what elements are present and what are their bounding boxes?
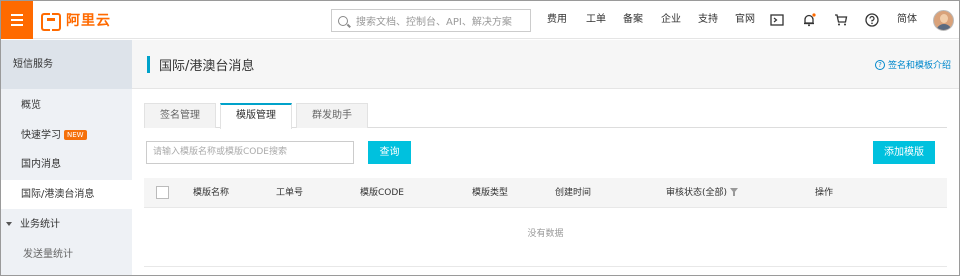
sidebar-item-label: 业务统计 bbox=[20, 219, 60, 230]
sidebar-item-label: 国际/港澳台消息 bbox=[21, 189, 95, 200]
tab-template-management[interactable]: 模版管理 bbox=[220, 103, 292, 129]
brand-logo[interactable]: 阿里云 bbox=[41, 11, 111, 31]
brand-name: 阿里云 bbox=[66, 13, 111, 29]
user-avatar[interactable] bbox=[933, 10, 954, 31]
sidebar-group-statistics[interactable]: 业务统计 bbox=[1, 210, 132, 239]
nav-support[interactable]: 支持 bbox=[698, 1, 718, 39]
table-header: 模版名称 工单号 模版CODE 模版类型 创建时间 审核状态(全部) 操作 bbox=[144, 178, 947, 208]
title-accent-bar bbox=[147, 56, 150, 73]
hamburger-menu-icon[interactable] bbox=[1, 1, 33, 39]
select-all-checkbox[interactable] bbox=[156, 186, 169, 199]
sidebar: 短信服务 概览 快速学习 NEW 国内消息 国际/港澳台消息 业务统计 发送量统计 bbox=[1, 40, 132, 275]
page-header: 国际/港澳台消息 ? 签名和模板介绍 bbox=[132, 40, 959, 89]
query-button[interactable]: 查询 bbox=[368, 141, 411, 164]
sidebar-item-label: 快速学习 bbox=[21, 130, 61, 141]
question-icon: ? bbox=[874, 59, 885, 70]
filter-icon[interactable] bbox=[730, 188, 739, 196]
aliyun-logo-icon bbox=[41, 13, 61, 31]
nav-icp-filing[interactable]: 备案 bbox=[623, 1, 643, 39]
nav-tickets[interactable]: 工单 bbox=[586, 1, 606, 39]
search-placeholder: 搜索文档、控制台、API、解决方案 bbox=[356, 17, 512, 28]
help-link-label: 签名和模板介绍 bbox=[887, 61, 951, 71]
page-title: 国际/港澳台消息 bbox=[159, 59, 255, 74]
empty-state-text: 没有数据 bbox=[144, 209, 947, 267]
app-window: 阿里云 搜索文档、控制台、API、解决方案 费用 工单 备案 企业 支持 官网 bbox=[0, 0, 960, 276]
sidebar-item-label: 概览 bbox=[21, 100, 41, 111]
column-header-template-code: 模版CODE bbox=[360, 188, 404, 198]
help-link[interactable]: ? 签名和模板介绍 bbox=[874, 58, 951, 71]
sidebar-item-domestic[interactable]: 国内消息 bbox=[1, 150, 132, 179]
tab-bulk-send-assistant[interactable]: 群发助手 bbox=[296, 103, 368, 128]
sidebar-title: 短信服务 bbox=[1, 40, 132, 89]
column-header-ticket-number: 工单号 bbox=[276, 188, 304, 198]
bell-icon[interactable] bbox=[802, 13, 816, 27]
language-switcher[interactable]: 简体 bbox=[897, 1, 917, 39]
sidebar-item-send-stats[interactable]: 发送量统计 bbox=[1, 240, 132, 269]
add-template-button[interactable]: 添加模版 bbox=[873, 141, 935, 164]
nav-fees[interactable]: 费用 bbox=[547, 1, 567, 39]
help-icon[interactable] bbox=[865, 13, 879, 27]
column-header-actions: 操作 bbox=[815, 188, 834, 198]
sidebar-item-label: 国内消息 bbox=[21, 159, 61, 170]
cart-icon[interactable] bbox=[834, 13, 848, 27]
new-badge: NEW bbox=[64, 130, 87, 140]
column-header-review-status[interactable]: 审核状态(全部) bbox=[666, 178, 739, 208]
global-search-input[interactable]: 搜索文档、控制台、API、解决方案 bbox=[331, 9, 531, 32]
template-search-input[interactable]: 请输入模版名称或模版CODE搜索 bbox=[146, 141, 354, 164]
sidebar-item-international[interactable]: 国际/港澳台消息 bbox=[1, 180, 132, 209]
top-bar: 阿里云 搜索文档、控制台、API、解决方案 费用 工单 备案 企业 支持 官网 bbox=[1, 1, 959, 39]
column-header-created-time: 创建时间 bbox=[555, 188, 592, 198]
sidebar-item-overview[interactable]: 概览 bbox=[1, 91, 132, 120]
sidebar-item-quick-start[interactable]: 快速学习 NEW bbox=[1, 121, 132, 150]
terminal-icon[interactable] bbox=[770, 13, 784, 27]
nav-official-site[interactable]: 官网 bbox=[735, 1, 755, 39]
nav-enterprise[interactable]: 企业 bbox=[661, 1, 681, 39]
chevron-down-icon bbox=[6, 222, 12, 226]
tab-bar: 签名管理 模版管理 群发助手 bbox=[144, 103, 947, 129]
column-header-template-name: 模版名称 bbox=[193, 188, 230, 198]
tab-signature-management[interactable]: 签名管理 bbox=[144, 103, 216, 128]
main-content: 国际/港澳台消息 ? 签名和模板介绍 签名管理 模版管理 群发助手 请输入模版名… bbox=[132, 40, 959, 275]
search-icon bbox=[338, 15, 348, 26]
column-header-template-type: 模版类型 bbox=[472, 188, 509, 198]
column-header-label: 审核状态(全部) bbox=[666, 188, 728, 198]
sidebar-item-label: 发送量统计 bbox=[23, 249, 73, 260]
